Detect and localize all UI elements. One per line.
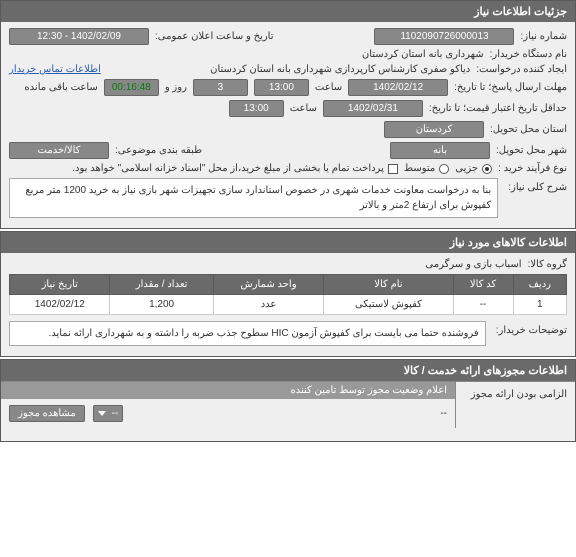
view-permit-button[interactable]: مشاهده مجوز xyxy=(9,405,85,422)
province-label: استان محل تحویل: xyxy=(490,124,567,135)
cell-row: 1 xyxy=(513,295,566,315)
status-header: اعلام وضعیت مجوز توسط تامین کننده xyxy=(1,382,455,399)
items-table: ردیف کد کالا نام کالا واحد شمارش تعداد /… xyxy=(9,274,567,315)
group-value: اسباب بازی و سرگرمی xyxy=(425,259,521,270)
response-date-field: 1402/02/12 xyxy=(348,79,448,96)
col-unit: واحد شمارش xyxy=(213,275,324,295)
cell-code: -- xyxy=(453,295,513,315)
cell-name: کفپوش لاستیکی xyxy=(324,295,453,315)
days-label: روز و xyxy=(165,82,187,93)
permits-panel: اطلاعات مجوزهای ارائه خدمت / کالا الزامی… xyxy=(0,359,576,442)
radio-icon xyxy=(439,164,449,174)
chevron-down-icon xyxy=(98,411,106,416)
min-validity-label: حداقل تاریخ اعتبار قیمت؛ تا تاریخ: xyxy=(429,103,567,114)
need-info-header: جزئیات اطلاعات نیاز xyxy=(1,1,575,22)
public-datetime-field: 1402/02/09 - 12:30 xyxy=(9,28,149,45)
select-value: -- xyxy=(112,408,119,419)
buyer-org-value: شهرداری بانه استان کردستان xyxy=(362,49,484,60)
time-label-2: ساعت xyxy=(290,103,317,114)
need-no-field: 1102090726000013 xyxy=(374,28,514,45)
contact-link[interactable]: اطلاعات تماس خریدار xyxy=(9,64,101,75)
permits-body: الزامی بودن ارائه مجوز اعلام وضعیت مجوز … xyxy=(1,381,575,441)
min-validity-time-field: 13:00 xyxy=(229,100,284,117)
response-time-field: 13:00 xyxy=(254,79,309,96)
cell-date: 1402/02/12 xyxy=(10,295,110,315)
items-panel: اطلاعات کالاهای مورد نیاز ۰۲۱-۸۸۳۴۹۶ گرو… xyxy=(0,231,576,357)
buyer-notes-box: فروشنده حتما می بایست برای کفپوش آزمون H… xyxy=(9,321,486,346)
process-medium-option[interactable]: متوسط xyxy=(404,163,449,174)
col-name: نام کالا xyxy=(324,275,453,295)
process-low-label: جزیی xyxy=(455,163,478,174)
buyer-org-label: نام دستگاه خریدار: xyxy=(490,49,567,60)
public-datetime-label: تاریخ و ساعت اعلان عمومی: xyxy=(155,31,274,42)
need-info-panel: جزئیات اطلاعات نیاز شماره نیاز: 11020907… xyxy=(0,0,576,229)
province-field: کردستان xyxy=(384,121,484,138)
cell-unit: عدد xyxy=(213,295,324,315)
requester-value: دیاکو صفری کارشناس کارپردازی شهرداری بان… xyxy=(210,64,470,75)
payment-note-label: پرداخت تمام یا بخشی از مبلغ خرید،از محل … xyxy=(72,163,384,174)
min-validity-date-field: 1402/02/31 xyxy=(323,100,423,117)
buyer-notes-label: توضیحات خریدار: xyxy=(496,321,567,336)
cell-qty: 1,200 xyxy=(110,295,213,315)
response-deadline-label: مهلت ارسال پاسخ؛ تا تاریخ: xyxy=(454,82,567,93)
description-box: بنا به درخواست معاونت خدمات شهری در خصوص… xyxy=(9,178,498,218)
category-field: کالا/خدمت xyxy=(9,142,109,159)
select-placeholder-1: -- xyxy=(440,408,447,419)
requester-label: ایجاد کننده درخواست: xyxy=(476,64,567,75)
radio-checked-icon xyxy=(482,164,492,174)
col-qty: تعداد / مقدار xyxy=(110,275,213,295)
items-body: ۰۲۱-۸۸۳۴۹۶ گروه کالا: اسباب بازی و سرگرم… xyxy=(1,253,575,356)
col-code: کد کالا xyxy=(453,275,513,295)
process-low-option[interactable]: جزیی xyxy=(455,163,492,174)
items-header: اطلاعات کالاهای مورد نیاز xyxy=(1,232,575,253)
city-field: بانه xyxy=(390,142,490,159)
payment-note-option: پرداخت تمام یا بخشی از مبلغ خرید،از محل … xyxy=(72,163,398,174)
process-label: نوع فرآیند خرید : xyxy=(498,163,567,174)
checkbox-icon xyxy=(388,164,398,174)
description-label: شرح کلی نیاز: xyxy=(508,178,567,193)
time-label-1: ساعت xyxy=(315,82,342,93)
days-field: 3 xyxy=(193,79,248,96)
permits-header: اطلاعات مجوزهای ارائه خدمت / کالا xyxy=(1,360,575,381)
need-info-body: شماره نیاز: 1102090726000013 تاریخ و ساع… xyxy=(1,22,575,228)
group-label: گروه کالا: xyxy=(528,259,567,270)
need-no-label: شماره نیاز: xyxy=(520,31,567,42)
time-left-field: 00:16:48 xyxy=(104,79,159,96)
col-row: ردیف xyxy=(513,275,566,295)
status-select[interactable]: -- xyxy=(93,405,124,422)
process-medium-label: متوسط xyxy=(404,163,435,174)
category-label: طبقه بندی موضوعی: xyxy=(115,145,202,156)
city-label: شهر محل تحویل: xyxy=(496,145,567,156)
col-date: تاریخ نیاز xyxy=(10,275,110,295)
time-left-label: ساعت باقی مانده xyxy=(24,82,97,93)
mandatory-label: الزامی بودن ارائه مجوز xyxy=(471,389,567,400)
table-row[interactable]: 1 -- کفپوش لاستیکی عدد 1,200 1402/02/12 xyxy=(10,295,567,315)
